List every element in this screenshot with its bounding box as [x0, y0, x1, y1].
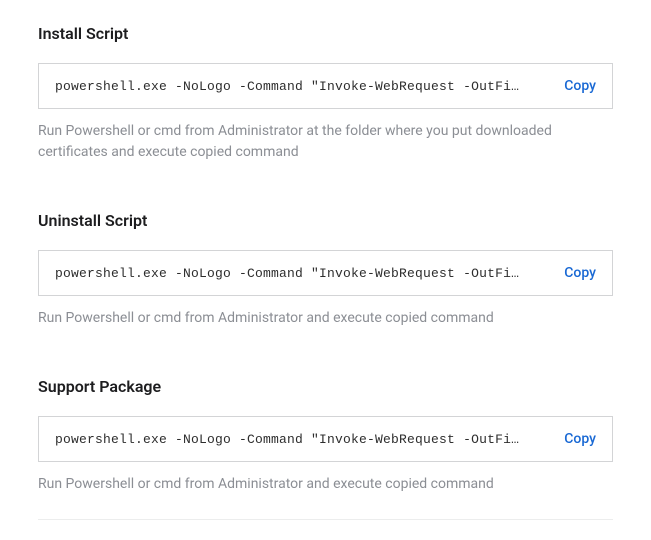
support-package-hint: Run Powershell or cmd from Administrator… — [38, 474, 613, 495]
divider — [38, 519, 613, 520]
install-script-hint: Run Powershell or cmd from Administrator… — [38, 121, 613, 163]
uninstall-script-code: powershell.exe -NoLogo -Command "Invoke-… — [55, 266, 564, 281]
support-package-copy-button[interactable]: Copy — [564, 431, 596, 447]
uninstall-script-hint: Run Powershell or cmd from Administrator… — [38, 308, 613, 329]
support-package-code: powershell.exe -NoLogo -Command "Invoke-… — [55, 432, 564, 447]
support-package-heading: Support Package — [38, 377, 613, 396]
uninstall-script-section: Uninstall Script powershell.exe -NoLogo … — [38, 211, 613, 329]
install-script-copy-button[interactable]: Copy — [564, 78, 596, 94]
support-package-code-block: powershell.exe -NoLogo -Command "Invoke-… — [38, 416, 613, 462]
install-script-section: Install Script powershell.exe -NoLogo -C… — [38, 24, 613, 163]
install-script-code: powershell.exe -NoLogo -Command "Invoke-… — [55, 79, 564, 94]
uninstall-script-heading: Uninstall Script — [38, 211, 613, 230]
install-script-heading: Install Script — [38, 24, 613, 43]
uninstall-script-copy-button[interactable]: Copy — [564, 265, 596, 281]
uninstall-script-code-block: powershell.exe -NoLogo -Command "Invoke-… — [38, 250, 613, 296]
install-script-code-block: powershell.exe -NoLogo -Command "Invoke-… — [38, 63, 613, 109]
support-package-section: Support Package powershell.exe -NoLogo -… — [38, 377, 613, 495]
